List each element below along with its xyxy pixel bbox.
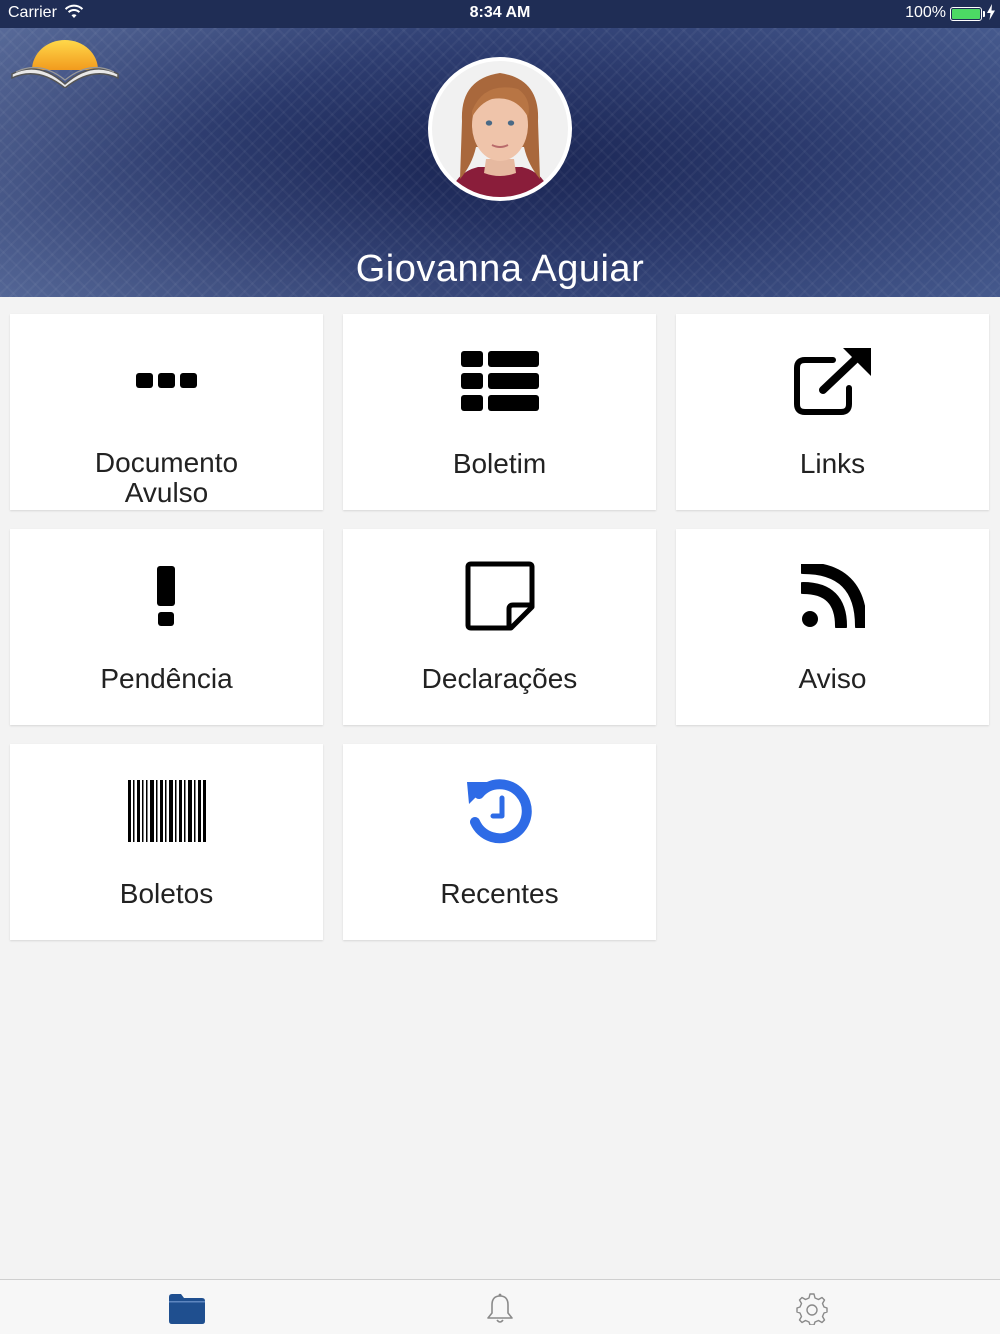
menu-card-pendencia[interactable]: Pendência — [10, 529, 323, 725]
menu-card-label: Documento Avulso — [94, 447, 239, 508]
menu-card-label: Pendência — [100, 663, 233, 694]
gear-icon — [796, 1293, 828, 1325]
menu-card-label: Boletim — [452, 448, 547, 479]
menu-card-label: Aviso — [798, 663, 867, 694]
menu-card-links[interactable]: Links — [676, 314, 989, 510]
menu-card-aviso[interactable]: Aviso — [676, 529, 989, 725]
list-icon — [460, 351, 539, 411]
menu-card-declaracoes[interactable]: Declarações — [343, 529, 656, 725]
sticky-note-icon — [465, 561, 534, 631]
menu-card-documento-avulso[interactable]: Documento Avulso — [10, 314, 323, 510]
tab-settings[interactable] — [792, 1292, 832, 1326]
menu-card-label: Links — [799, 448, 866, 479]
tab-documents[interactable] — [167, 1292, 207, 1326]
menu-card-label: Declarações — [421, 663, 578, 694]
tab-notifications[interactable] — [480, 1292, 520, 1326]
student-name: Giovanna Aguiar — [355, 248, 645, 290]
history-icon — [466, 779, 532, 844]
menu-card-boletim[interactable]: Boletim — [343, 314, 656, 510]
charging-bolt-icon — [987, 4, 995, 20]
app-screen: Carrier 8:34 AM 100% Giovanna Aguiar Doc… — [0, 0, 1000, 1334]
school-logo — [11, 40, 119, 88]
menu-card-boletos[interactable]: Boletos — [10, 744, 323, 940]
exclamation-icon — [156, 566, 175, 626]
battery-percentage: 100% — [905, 4, 946, 21]
tab-bar — [0, 1279, 1000, 1334]
menu-card-recentes[interactable]: Recentes — [343, 744, 656, 940]
profile-header: Carrier 8:34 AM 100% Giovanna Aguiar — [0, 0, 1000, 297]
battery-icon — [950, 7, 985, 21]
status-bar: Carrier 8:34 AM 100% — [0, 0, 1000, 28]
bell-icon — [487, 1293, 513, 1323]
ellipsis-icon — [135, 373, 197, 388]
student-photo — [432, 61, 568, 197]
menu-card-label: Boletos — [119, 878, 214, 909]
barcode-icon — [127, 780, 206, 842]
folder-icon — [169, 1294, 205, 1324]
clock: 8:34 AM — [469, 4, 531, 21]
external-link-icon — [793, 348, 871, 415]
rss-icon — [800, 564, 865, 628]
student-avatar[interactable] — [428, 57, 572, 201]
menu-card-label: Recentes — [440, 878, 559, 909]
